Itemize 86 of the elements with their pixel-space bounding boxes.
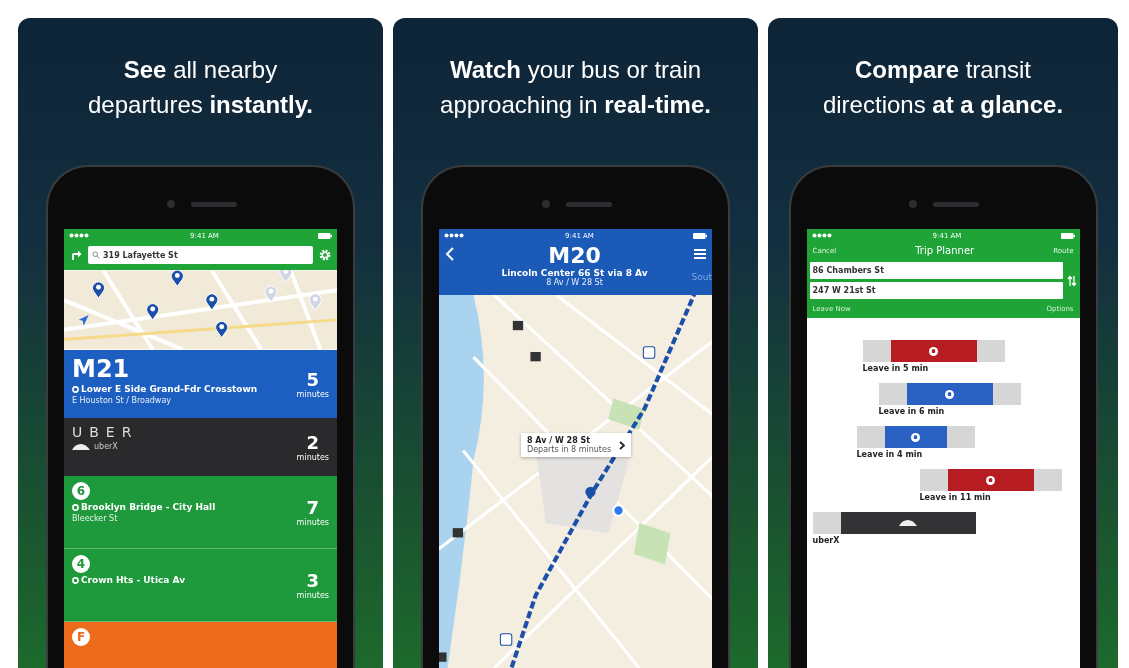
screen-title: Trip Planner (915, 245, 975, 256)
headsign: Crown Hts - Utica Av (72, 575, 186, 585)
menu-icon (694, 249, 706, 259)
turn-arrow-icon (70, 249, 82, 261)
departure-card[interactable]: M21 Lower E Side Grand-Fdr Crosstown E Houston St / Broadway 5 minutes (64, 350, 337, 418)
route-name: M21 (72, 356, 131, 382)
walk-segment (976, 340, 1005, 362)
walk-segment (992, 383, 1021, 405)
trip-label: Leave in 4 min (856, 450, 924, 459)
product-name: uberX (94, 442, 118, 451)
trip-bar[interactable] (906, 383, 993, 405)
battery-icon (693, 232, 707, 239)
car-icon (72, 443, 90, 450)
direction-icon (72, 576, 79, 584)
minutes-count: 7 (306, 497, 320, 518)
destination-field[interactable]: 247 W 21st St (809, 282, 1063, 299)
callout-title: 8 Av / W 28 St (527, 436, 592, 445)
headsign: Lincoln Center 66 St via 8 Av (501, 268, 648, 278)
departure-card[interactable]: UBER uberX 2 minutes (64, 418, 337, 476)
signal-icon (811, 233, 834, 238)
headsign: Lower E Side Grand-Fdr Crosstown (72, 384, 258, 394)
signal-icon (444, 233, 466, 238)
route-name: M20 (548, 244, 601, 268)
train-icon (986, 475, 995, 485)
train-icon (911, 432, 920, 442)
walk-segment (1033, 469, 1062, 491)
trip-label: Leave in 5 min (862, 364, 930, 373)
walk-segment (862, 340, 891, 362)
walk-segment (919, 469, 948, 491)
minutes-label: minutes (296, 517, 329, 527)
departure-card[interactable]: 4 Crown Hts - Utica Av 3 minutes (64, 549, 337, 622)
speaker-grille (565, 202, 612, 207)
chevron-right-icon (619, 440, 626, 450)
camera-dot (909, 200, 917, 208)
minutes-count: 3 (306, 570, 320, 591)
trip-bar[interactable] (884, 426, 947, 448)
camera-dot (541, 200, 550, 208)
trip-bar[interactable] (947, 469, 1034, 491)
speaker-grille (933, 202, 979, 207)
minutes-count: 2 (306, 432, 320, 453)
headline: Watch your bus or train approaching in real-time. (440, 55, 711, 120)
route-badge: 6 (72, 482, 90, 500)
wait-segment (812, 512, 841, 534)
walk-segment (856, 426, 885, 448)
back-icon (445, 247, 455, 261)
brand-name: UBER (72, 424, 139, 440)
train-icon (945, 389, 954, 399)
direction-icon (72, 385, 79, 393)
route-badge: F (72, 628, 90, 646)
minutes-label: minutes (296, 452, 329, 462)
car-icon (899, 520, 917, 526)
battery-icon (1060, 232, 1075, 239)
trip-label: Leave in 6 min (878, 407, 946, 416)
swap-icon (1066, 274, 1077, 287)
search-icon (92, 251, 100, 259)
route-badge: 4 (72, 555, 90, 573)
headsign: Brooklyn Bridge - City Hall (72, 502, 216, 512)
stop-name: 8 Av / W 28 St (546, 278, 603, 287)
settings-icon (319, 249, 331, 261)
headline: Compare transit directions at a glance. (822, 55, 1064, 120)
trip-label: uberX (812, 536, 841, 545)
direction-icon (72, 503, 79, 511)
departure-card[interactable]: F (64, 622, 337, 668)
camera-dot (166, 200, 175, 208)
trip-bar[interactable] (890, 340, 977, 362)
speaker-grille (190, 202, 237, 207)
minutes-count: 5 (306, 369, 320, 390)
walk-segment (878, 383, 907, 405)
minutes-label: minutes (296, 590, 329, 600)
stop-name: E Houston St / Broadway (72, 396, 173, 405)
trip-label: Leave in 11 min (919, 493, 992, 502)
trip-bar[interactable] (840, 512, 976, 534)
next-direction: Sout (691, 272, 712, 282)
stop-callout[interactable]: 8 Av / W 28 St Departs in 8 minutes (521, 433, 632, 457)
battery-icon (318, 232, 332, 239)
departure-card[interactable]: 6 Brooklyn Bridge - City Hall Bleecker St 7 minutes (64, 476, 337, 549)
search-text: 319 Lafayette St (103, 250, 178, 260)
origin-field[interactable]: 86 Chambers St (809, 262, 1063, 279)
signal-icon (69, 233, 91, 238)
walk-segment (946, 426, 975, 448)
search-field[interactable]: 319 Lafayette St (88, 246, 313, 264)
callout-subtitle: Departs in 8 minutes (527, 445, 612, 454)
stop-name: Bleecker St (72, 514, 119, 523)
train-icon (929, 346, 938, 356)
minutes-label: minutes (296, 389, 329, 399)
headline: See all nearby departures instantly. (88, 55, 313, 120)
